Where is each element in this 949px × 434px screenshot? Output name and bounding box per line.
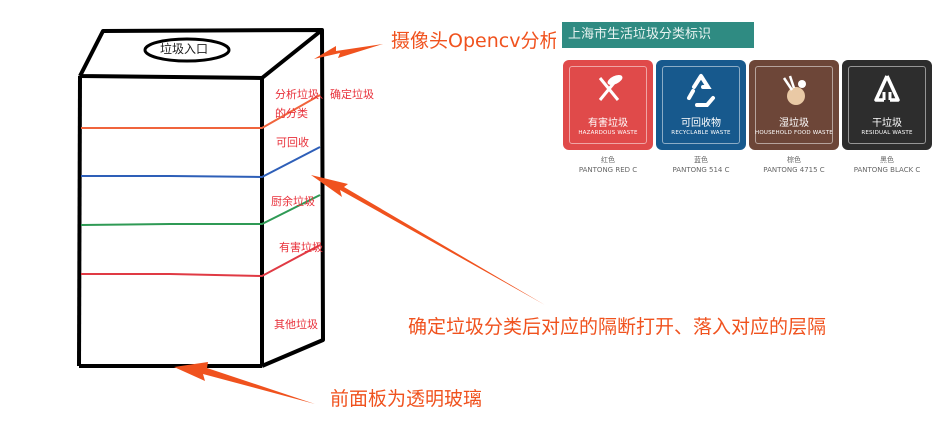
food-waste-icon [749,70,839,110]
label-recyclable: 可回收 [276,136,309,149]
inlet-label: 垃圾入口 [160,42,209,56]
label-hazardous: 有害垃圾 [279,241,323,254]
hazardous-icon [563,70,653,110]
recycle-icon [656,70,746,110]
arrow-partition [311,175,545,305]
bin-card-hazardous: 有害垃圾 HAZARDOUS WASTE [563,60,653,150]
bin-card-food: 湿垃圾 HOUSEHOLD FOOD WASTE [749,60,839,150]
classification-chart: 上海市生活垃圾分类标识 有害垃圾 HAZARDOUS WASTE 红色 PANT… [556,18,948,183]
label-kitchen: 厨余垃圾 [271,195,315,208]
bin-card-residual: 干垃圾 RESIDUAL WASTE [842,60,932,150]
bin-card-recyclable: 可回收物 RECYCLABLE WASTE [656,60,746,150]
label-analyze: 分析垃圾、确定垃圾的分类 [275,88,374,120]
chart-title: 上海市生活垃圾分类标识 [562,22,754,48]
residual-icon [842,70,932,110]
arrow-front-panel [174,362,315,404]
annotation-partition: 确定垃圾分类后对应的隔断打开、落入对应的层隔 [408,316,827,338]
annotation-front-panel: 前面板为透明玻璃 [330,388,483,410]
label-other: 其他垃圾 [274,318,318,331]
layer-divider-blue [81,146,321,179]
arrow-camera [314,44,383,59]
